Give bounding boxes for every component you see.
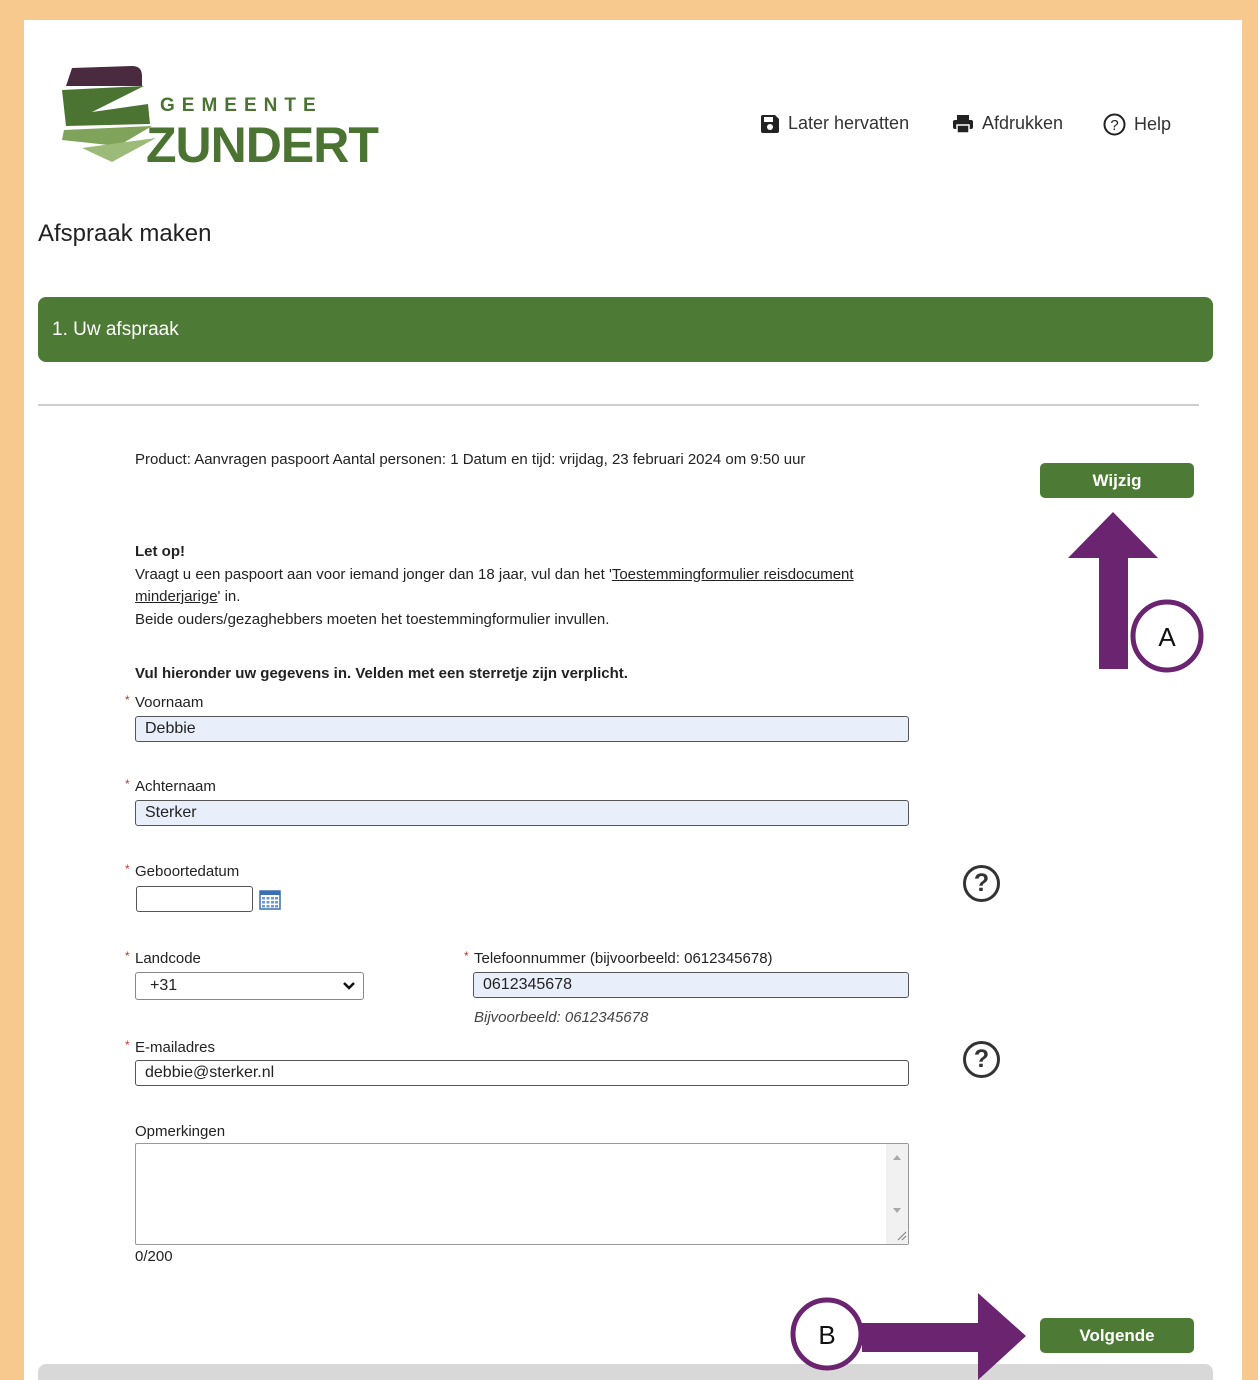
notice-text-prefix: Vraagt u een paspoort aan voor iemand jo… <box>135 565 612 583</box>
phone-input[interactable]: 0612345678 <box>473 972 909 998</box>
required-marker: * <box>464 949 469 963</box>
printer-icon <box>953 114 973 134</box>
required-marker: * <box>125 1038 130 1052</box>
required-marker: * <box>125 862 130 876</box>
phone-label: * Telefoonnummer (bijvoorbeeld: 061234567… <box>464 949 773 967</box>
chevron-down-icon <box>343 982 355 990</box>
country-code-label: * Landcode <box>125 949 201 967</box>
help-label: Help <box>1134 114 1172 134</box>
required-marker: * <box>125 693 130 707</box>
save-icon <box>761 114 779 133</box>
birth-date-input[interactable] <box>136 886 253 912</box>
appointment-summary: Product: Aanvragen paspoort Aantal perso… <box>135 451 806 468</box>
form-instructions: Vul hieronder uw gegevens in. Velden met… <box>135 665 628 682</box>
email-help-icon[interactable]: ? <box>963 1041 1000 1078</box>
remarks-counter: 0/200 <box>135 1248 173 1265</box>
first-name-label: * Voornaam <box>125 693 204 711</box>
notice-text-suffix: ' in. <box>217 588 241 605</box>
remarks-textarea[interactable] <box>135 1143 909 1245</box>
notice-line-2: Beide ouders/gezaghebbers moeten het toe… <box>135 610 610 628</box>
email-label-text: E-mailadres <box>135 1039 216 1056</box>
notice-block: Let op! Vraagt u een paspoort aan voor i… <box>135 541 925 631</box>
page-title: Afspraak maken <box>38 220 212 247</box>
phone-hint: Bijvoorbeeld: 0612345678 <box>474 1009 649 1026</box>
afdrukken-label: Afdrukken <box>982 113 1064 133</box>
divider <box>38 404 1199 406</box>
remarks-label: Opmerkingen <box>135 1123 226 1140</box>
scroll-arrows-icon <box>893 1155 907 1241</box>
logo-text-zundert: ZUNDERT <box>146 117 379 173</box>
svg-text:?: ? <box>1110 117 1118 134</box>
step-label: 1. Uw afspraak <box>52 319 179 340</box>
textarea-scrollbar[interactable] <box>886 1144 908 1244</box>
email-input[interactable]: debbie@sterker.nl <box>135 1060 909 1086</box>
birth-date-label-text: Geboortedatum <box>135 863 240 880</box>
country-code-value: +31 <box>150 977 178 994</box>
first-name-input[interactable]: Debbie <box>135 716 909 742</box>
required-marker: * <box>125 949 130 963</box>
wijzig-button[interactable]: Wijzig <box>1040 463 1194 498</box>
afdrukken-link[interactable]: Afdrukken <box>952 113 1063 134</box>
notice-heading: Let op! <box>135 543 185 560</box>
step-header: 1. Uw afspraak <box>38 297 1213 362</box>
later-hervatten-link[interactable]: Later hervatten <box>760 113 909 134</box>
last-name-label: * Achternaam <box>125 777 216 795</box>
country-code-label-text: Landcode <box>135 950 201 967</box>
help-link[interactable]: ? Help <box>1103 113 1171 136</box>
phone-label-text: Telefoonnummer (bijvoorbeeld: 0612345678… <box>474 950 773 967</box>
first-name-label-text: Voornaam <box>135 694 204 711</box>
next-section-bar <box>38 1364 1213 1380</box>
question-circle-icon: ? <box>1103 113 1126 136</box>
country-code-select[interactable]: +31 <box>135 972 364 1000</box>
logo-text-gemeente: GEMEENTE <box>160 95 323 116</box>
volgende-button[interactable]: Volgende <box>1040 1318 1194 1353</box>
birth-date-help-icon[interactable]: ? <box>963 865 1000 902</box>
last-name-label-text: Achternaam <box>135 778 216 795</box>
municipality-logo[interactable]: GEMEENTE ZUNDERT <box>52 64 382 174</box>
later-hervatten-label: Later hervatten <box>788 113 910 133</box>
birth-date-label: * Geboortedatum <box>125 862 240 880</box>
last-name-input[interactable]: Sterker <box>135 800 909 826</box>
required-marker: * <box>125 777 130 791</box>
calendar-icon[interactable] <box>259 890 281 910</box>
email-label: * E-mailadres <box>125 1038 216 1056</box>
